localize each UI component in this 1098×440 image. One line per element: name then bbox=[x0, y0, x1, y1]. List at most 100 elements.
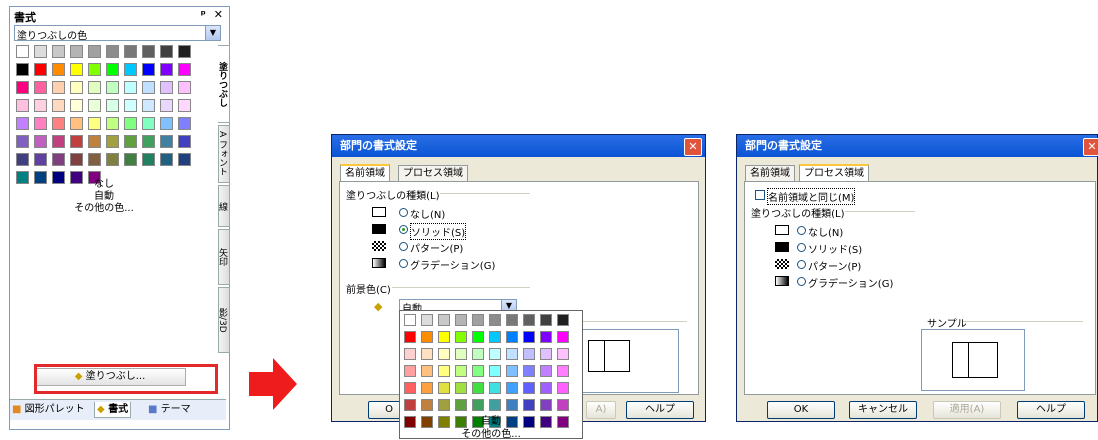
help-button[interactable]: ヘルプ bbox=[626, 401, 694, 419]
color-swatch[interactable] bbox=[70, 81, 83, 94]
apply-button[interactable]: A) bbox=[586, 401, 616, 419]
chevron-down-icon[interactable]: ▼ bbox=[205, 26, 220, 40]
color-swatch[interactable] bbox=[178, 135, 191, 148]
color-swatch[interactable] bbox=[124, 117, 137, 130]
color-swatch[interactable] bbox=[540, 348, 552, 360]
color-swatch[interactable] bbox=[88, 153, 101, 166]
color-swatch[interactable] bbox=[34, 117, 47, 130]
color-swatch[interactable] bbox=[455, 399, 467, 411]
color-swatch[interactable] bbox=[455, 382, 467, 394]
color-swatch[interactable] bbox=[142, 99, 155, 112]
color-swatch[interactable] bbox=[16, 153, 29, 166]
color-swatch[interactable] bbox=[52, 99, 65, 112]
color-swatch[interactable] bbox=[106, 63, 119, 76]
color-swatch[interactable] bbox=[523, 399, 535, 411]
color-swatch[interactable] bbox=[472, 348, 484, 360]
color-swatch[interactable] bbox=[124, 45, 137, 58]
color-swatch[interactable] bbox=[52, 81, 65, 94]
color-swatch[interactable] bbox=[52, 135, 65, 148]
color-swatch[interactable] bbox=[489, 348, 501, 360]
color-swatch[interactable] bbox=[142, 117, 155, 130]
color-swatch[interactable] bbox=[178, 153, 191, 166]
color-swatch[interactable] bbox=[489, 331, 501, 343]
color-swatch[interactable] bbox=[540, 399, 552, 411]
color-swatch[interactable] bbox=[404, 399, 416, 411]
color-swatch[interactable] bbox=[178, 81, 191, 94]
same-as-name-checkbox[interactable] bbox=[755, 190, 765, 200]
color-swatch[interactable] bbox=[404, 382, 416, 394]
color-swatch[interactable] bbox=[455, 365, 467, 377]
color-swatch[interactable] bbox=[455, 331, 467, 343]
color-swatch[interactable] bbox=[70, 63, 83, 76]
color-swatch[interactable] bbox=[124, 63, 137, 76]
color-swatch[interactable] bbox=[52, 117, 65, 130]
tab-format[interactable]: ◆ 書式 bbox=[94, 402, 132, 418]
color-swatch[interactable] bbox=[523, 365, 535, 377]
color-swatch[interactable] bbox=[557, 399, 569, 411]
color-swatch[interactable] bbox=[178, 63, 191, 76]
color-swatch[interactable] bbox=[404, 331, 416, 343]
color-swatch[interactable] bbox=[178, 117, 191, 130]
color-swatch[interactable] bbox=[70, 45, 83, 58]
tab-line[interactable]: 線 bbox=[217, 185, 230, 227]
color-swatch[interactable] bbox=[160, 63, 173, 76]
radio-pattern[interactable] bbox=[399, 242, 408, 251]
color-swatch[interactable] bbox=[124, 153, 137, 166]
color-swatch[interactable] bbox=[34, 81, 47, 94]
tab-font[interactable]: A フォント bbox=[217, 125, 230, 183]
color-swatch[interactable] bbox=[523, 331, 535, 343]
color-swatch[interactable] bbox=[70, 135, 83, 148]
color-swatch[interactable] bbox=[404, 365, 416, 377]
color-swatch[interactable] bbox=[421, 314, 433, 326]
color-swatch[interactable] bbox=[160, 45, 173, 58]
radio-none[interactable] bbox=[399, 208, 408, 217]
color-swatch[interactable] bbox=[142, 63, 155, 76]
tab-process-area[interactable]: プロセス領域 bbox=[398, 165, 468, 182]
color-swatch[interactable] bbox=[557, 365, 569, 377]
color-swatch[interactable] bbox=[52, 153, 65, 166]
color-swatch[interactable] bbox=[88, 117, 101, 130]
radio-gradient[interactable] bbox=[797, 277, 806, 286]
fill-color-dropdown[interactable]: 塗りつぶしの色 ▼ bbox=[14, 25, 221, 42]
color-swatch[interactable] bbox=[455, 348, 467, 360]
color-swatch[interactable] bbox=[540, 331, 552, 343]
color-swatch[interactable] bbox=[438, 365, 450, 377]
color-swatch[interactable] bbox=[142, 153, 155, 166]
color-swatch[interactable] bbox=[557, 382, 569, 394]
color-swatch[interactable] bbox=[70, 153, 83, 166]
color-swatch[interactable] bbox=[160, 153, 173, 166]
pane-controls[interactable]: ᵖ ✕ bbox=[201, 8, 225, 21]
color-swatch[interactable] bbox=[52, 63, 65, 76]
color-swatch[interactable] bbox=[557, 331, 569, 343]
radio-gradient[interactable] bbox=[399, 259, 408, 268]
color-swatch[interactable] bbox=[523, 382, 535, 394]
color-swatch[interactable] bbox=[88, 135, 101, 148]
color-swatch[interactable] bbox=[88, 99, 101, 112]
color-swatch[interactable] bbox=[421, 399, 433, 411]
color-swatch[interactable] bbox=[88, 63, 101, 76]
color-swatch[interactable] bbox=[506, 382, 518, 394]
tab-process-area[interactable]: プロセス領域 bbox=[799, 164, 869, 182]
color-swatch[interactable] bbox=[489, 382, 501, 394]
color-swatch[interactable] bbox=[124, 99, 137, 112]
more-colors-option[interactable]: その他の色... bbox=[14, 199, 194, 214]
color-swatch[interactable] bbox=[472, 314, 484, 326]
tab-arrow[interactable]: 矢印 bbox=[217, 229, 230, 285]
color-swatch[interactable] bbox=[34, 63, 47, 76]
color-swatch[interactable] bbox=[472, 365, 484, 377]
color-swatch[interactable] bbox=[16, 81, 29, 94]
color-swatch[interactable] bbox=[70, 99, 83, 112]
color-swatch[interactable] bbox=[16, 135, 29, 148]
color-swatch[interactable] bbox=[404, 348, 416, 360]
color-swatch[interactable] bbox=[455, 314, 467, 326]
color-swatch[interactable] bbox=[106, 153, 119, 166]
close-icon[interactable]: ✕ bbox=[684, 138, 702, 156]
color-swatch[interactable] bbox=[106, 117, 119, 130]
color-swatch[interactable] bbox=[52, 45, 65, 58]
color-swatch[interactable] bbox=[540, 365, 552, 377]
cancel-button[interactable]: キャンセル bbox=[849, 401, 917, 419]
color-swatch[interactable] bbox=[34, 45, 47, 58]
color-swatch[interactable] bbox=[557, 314, 569, 326]
color-swatch[interactable] bbox=[472, 331, 484, 343]
color-swatch[interactable] bbox=[489, 365, 501, 377]
